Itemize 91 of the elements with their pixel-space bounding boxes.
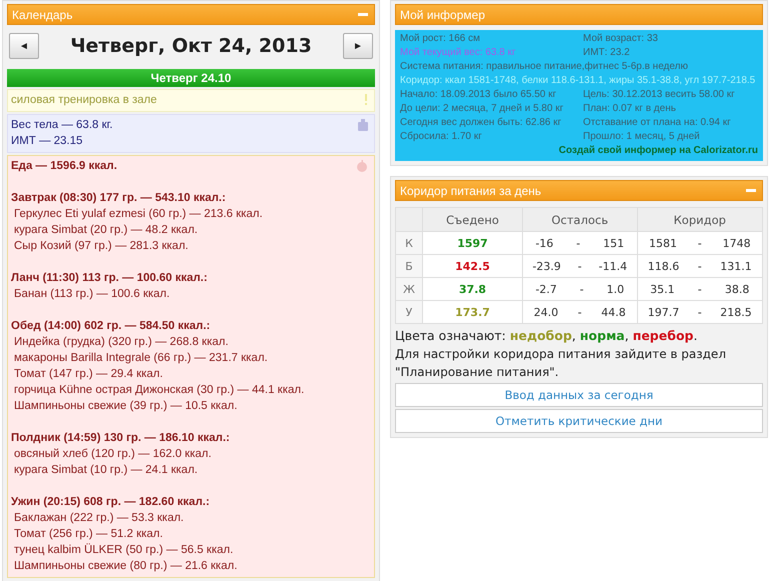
range-dash: - bbox=[578, 306, 582, 318]
eaten-cell: 37.8 bbox=[422, 278, 523, 300]
range-dash: - bbox=[576, 236, 580, 250]
weight-icon bbox=[358, 119, 368, 131]
action-button[interactable]: Ввод данных за сегодня bbox=[395, 383, 763, 407]
table-number: 38.8 bbox=[724, 282, 750, 296]
meal-heading: Ланч (11:30) 113 гр. — 100.60 ккал.: bbox=[11, 271, 208, 286]
table-number: 197.7 bbox=[648, 306, 680, 318]
informer-text: Сегодня вес должен быть: 62.86 кг bbox=[400, 116, 562, 130]
table-number: 24.0 bbox=[534, 306, 558, 318]
table-number: -11.4 bbox=[598, 260, 628, 272]
exclamation-icon bbox=[364, 94, 368, 105]
food-item: макароны Barilla Integrale (66 гр.) — 231.7 ккал. bbox=[13, 351, 269, 366]
informer-text: До цели: 2 месяца, 7 дней и 5.80 кг bbox=[400, 102, 564, 116]
table-number: -2.7 bbox=[535, 282, 557, 296]
collapse-icon[interactable] bbox=[358, 13, 368, 16]
meal-heading: Ужин (20:15) 608 гр. — 182.60 ккал.: bbox=[11, 495, 211, 510]
table-number: 1.0 bbox=[606, 282, 624, 296]
food-item: горчица Kühne острая Дижонская (30 гр.) — 44.1 ккал. bbox=[13, 383, 306, 398]
range-dash: - bbox=[698, 260, 702, 272]
eaten-cell: 173.7 bbox=[422, 300, 523, 324]
informer-text: Начало: 18.09.2013 было 65.50 кг bbox=[400, 88, 558, 102]
table-number: 1748 bbox=[722, 236, 751, 250]
informer-text: Цель: 30.12.2013 весить 58.00 кг bbox=[583, 88, 736, 102]
table-number: 35.1 bbox=[650, 282, 675, 296]
food-item: овсяный хлеб (120 гр.) — 162.0 ккал. bbox=[13, 447, 212, 462]
panel-title: Коридор питания за день bbox=[400, 184, 542, 198]
informer-text: План: 0.07 кг в день bbox=[583, 102, 677, 116]
apple-icon bbox=[356, 160, 368, 172]
entry-line: ИМТ — 23.15 bbox=[11, 134, 84, 149]
informer-text: Мой рост: 166 см bbox=[400, 32, 481, 46]
table-corner bbox=[396, 208, 422, 232]
meal-heading: Обед (14:00) 602 гр. — 584.50 ккал.: bbox=[11, 319, 212, 334]
row-label: К bbox=[396, 232, 422, 254]
food-item: Банан (113 гр.) — 100.6 ккал. bbox=[13, 287, 171, 302]
next-button[interactable]: ► bbox=[342, 33, 373, 59]
column-header: Съедено bbox=[422, 208, 523, 232]
range-dash: - bbox=[698, 236, 702, 250]
range-dash: - bbox=[698, 306, 702, 318]
action-button[interactable]: Отметить критические дни bbox=[395, 409, 763, 433]
food-item: тунец kalbim ÜLKER (50 гр.) — 56.5 ккал. bbox=[13, 542, 234, 558]
table-number: 118.6 bbox=[648, 260, 680, 272]
panel-title: Календарь bbox=[12, 8, 73, 22]
informer-text: Мой текущий вес: 63.8 кг bbox=[400, 46, 517, 60]
row-label: Б bbox=[396, 254, 422, 278]
table-number: 1581 bbox=[648, 236, 677, 250]
food-item: Сыр Козий (97 гр.) — 281.3 ккал. bbox=[13, 239, 190, 254]
table-number: 151 bbox=[603, 236, 624, 250]
table-number: 44.8 bbox=[601, 306, 626, 318]
range-dash: - bbox=[698, 282, 702, 296]
food-item: Шампиньоны свежие (80 гр.) — 21.6 ккал. bbox=[13, 559, 238, 574]
informer-text: Мой возраст: 33 bbox=[583, 32, 659, 46]
informer-text: Сбросила: 1.70 кг bbox=[400, 130, 483, 144]
row-label: Ж bbox=[396, 278, 422, 300]
food-item: Томат (256 гр.) — 51.2 ккал. bbox=[13, 527, 164, 542]
informer-text: Коридор: ккал 1581-1748, белки 118.6-131.1, жиры 35.1-38.8, угл 197.7-218.5 bbox=[400, 74, 756, 88]
range-dash: - bbox=[578, 260, 582, 272]
row-label: У bbox=[396, 300, 422, 324]
entry-line: силовая тренировка в зале bbox=[11, 93, 158, 108]
day-header: Четверг 24.10 bbox=[7, 69, 375, 87]
previous-button[interactable]: ◄ bbox=[9, 33, 39, 59]
food-item: Шампиньоны свежие (39 гр.) — 10.5 ккал. bbox=[13, 399, 238, 414]
informer-text: Отставание от плана на: 0.94 кг bbox=[583, 116, 732, 130]
informer-link[interactable]: Создай свой информер на Calorizator.ru bbox=[558, 144, 758, 158]
color-legend: Цвета означают: недобор, норма, перебор. bbox=[395, 327, 763, 345]
eaten-cell: 1597 bbox=[422, 232, 523, 254]
table-number: -23.9 bbox=[532, 260, 561, 272]
food-item: Томат (147 гр.) — 29.4 ккал. bbox=[13, 367, 164, 382]
meal-heading: Завтрак (08:30) 177 гр. — 543.10 ккал.: bbox=[11, 191, 227, 206]
settings-note: Для настройки коридора питания зайдите в раздел "Планирование питания". bbox=[395, 346, 727, 381]
column-header: Осталось bbox=[522, 208, 638, 232]
food-item: Индейка (грудка) (320 гр.) — 268.8 ккал. bbox=[13, 335, 230, 350]
meal-heading: Полдник (14:59) 130 гр. — 186.10 ккал.: bbox=[11, 431, 231, 446]
column-header: Коридор bbox=[637, 208, 762, 232]
table-number: 131.1 bbox=[720, 260, 752, 272]
food-item: курага Simbat (10 гр.) — 24.1 ккал. bbox=[13, 463, 199, 478]
date-title: Четверг, Окт 24, 2013 bbox=[70, 35, 312, 57]
food-item: Геркулес Eti yulaf ezmesi (60 гр.) — 213.6 ккал. bbox=[13, 207, 264, 222]
food-item: курага Simbat (20 гр.) — 48.2 ккал. bbox=[13, 223, 199, 238]
table-number: -16 bbox=[535, 236, 554, 250]
entry-title: Еда — 1596.9 ккал. bbox=[11, 159, 118, 174]
eaten-cell: 142.5 bbox=[422, 254, 523, 278]
informer-text: Прошло: 1 месяц, 5 дней bbox=[583, 130, 701, 144]
entry-line: Вес тела — 63.8 кг. bbox=[11, 118, 114, 133]
food-item: Баклажан (222 гр.) — 53.3 ккал. bbox=[13, 511, 185, 526]
informer-text: Система питания: правильное питание,фитнес 5-6р.в неделю bbox=[400, 60, 689, 74]
range-dash: - bbox=[580, 282, 584, 296]
informer-text: ИМТ: 23.2 bbox=[583, 46, 631, 60]
collapse-icon[interactable] bbox=[746, 189, 756, 192]
panel-title: Мой информер bbox=[400, 8, 485, 22]
table-number: 218.5 bbox=[720, 306, 752, 318]
